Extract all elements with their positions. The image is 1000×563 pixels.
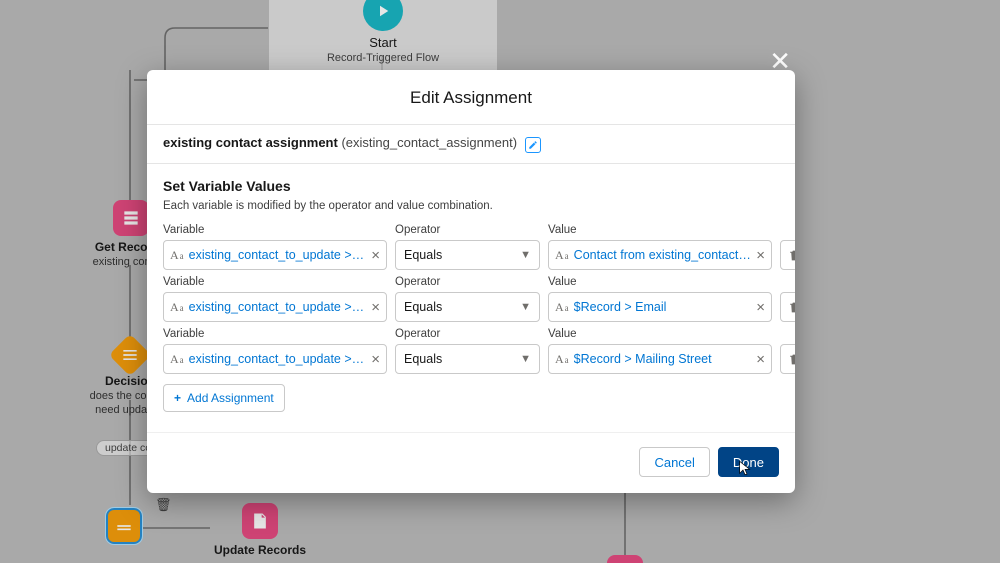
pencil-icon [528, 140, 538, 150]
plus-icon: + [174, 391, 181, 405]
start-label: Start [281, 35, 485, 50]
text-type-icon: Aa [170, 300, 184, 315]
assignment-name: existing contact assignment [163, 135, 338, 150]
variable-header: Variable [163, 276, 387, 288]
assignment-api-name: (existing_contact_assignment) [341, 135, 517, 150]
operator-select[interactable]: Equals ▼ [395, 344, 540, 374]
text-type-icon: Aa [555, 300, 569, 315]
clear-icon[interactable]: × [371, 299, 380, 316]
variable-value: existing_contact_to_update > Primar... [189, 352, 367, 366]
clear-icon[interactable]: × [756, 299, 765, 316]
chevron-down-icon: ▼ [520, 249, 531, 261]
variable-input[interactable]: Aa existing_contact_to_update > Email × [163, 292, 387, 322]
cursor-icon [737, 460, 753, 476]
assignment-icon [106, 508, 142, 544]
edit-name-button[interactable] [525, 137, 541, 153]
assignment-row: Variable Aa existing_contact_to_update >… [163, 328, 779, 374]
assignment-row: Variable Aa existing_contact_to_update >… [163, 224, 779, 270]
trash-icon [788, 353, 796, 366]
clear-icon[interactable]: × [756, 247, 765, 264]
variable-value: existing_contact_to_update > Email [189, 300, 367, 314]
update-records-label: Update Records [200, 543, 320, 557]
update-records-icon [242, 503, 278, 539]
value-input[interactable]: Aa $Record > Email × [548, 292, 772, 322]
variable-value: existing_contact_to_update > Contac... [189, 248, 367, 262]
assignment-rows: Variable Aa existing_contact_to_update >… [163, 224, 779, 374]
add-assignment-label: Add Assignment [187, 391, 274, 405]
chevron-down-icon: ▼ [520, 353, 531, 365]
operator-select[interactable]: Equals ▼ [395, 240, 540, 270]
value-header: Value [548, 328, 772, 340]
variable-header: Variable [163, 328, 387, 340]
delete-row-button[interactable] [780, 240, 795, 270]
clear-icon[interactable]: × [756, 351, 765, 368]
modal-body: Set Variable Values Each variable is mod… [147, 163, 795, 420]
assignment-row: Variable Aa existing_contact_to_update >… [163, 276, 779, 322]
modal-name-row: existing contact assignment (existing_co… [147, 124, 795, 163]
delete-row-button[interactable] [780, 344, 795, 374]
start-icon [363, 0, 403, 31]
assignment-node-selected[interactable] [106, 508, 142, 544]
variable-input[interactable]: Aa existing_contact_to_update > Primar..… [163, 344, 387, 374]
value-input[interactable]: Aa $Record > Mailing Street × [548, 344, 772, 374]
operator-value: Equals [404, 352, 442, 366]
variable-header: Variable [163, 224, 387, 236]
decision-icon [109, 334, 151, 376]
value-value: Contact from existing_contact_rec > ... [574, 248, 752, 262]
start-subtitle: Record-Triggered Flow [281, 52, 485, 64]
text-type-icon: Aa [170, 352, 184, 367]
variable-input[interactable]: Aa existing_contact_to_update > Contac..… [163, 240, 387, 270]
text-type-icon: Aa [555, 248, 569, 263]
operator-header: Operator [395, 276, 540, 288]
chevron-down-icon: ▼ [520, 301, 531, 313]
edit-assignment-modal: Edit Assignment existing contact assignm… [147, 70, 795, 493]
clear-icon[interactable]: × [371, 351, 380, 368]
delete-row-button[interactable] [780, 292, 795, 322]
clear-icon[interactable]: × [371, 247, 380, 264]
get-records-icon [113, 200, 149, 236]
value-header: Value [548, 276, 772, 288]
trash-icon [788, 249, 796, 262]
operator-value: Equals [404, 248, 442, 262]
modal-title: Edit Assignment [147, 70, 795, 124]
text-type-icon: Aa [170, 248, 184, 263]
section-subtitle: Each variable is modified by the operato… [163, 200, 779, 212]
done-button[interactable]: Done [718, 447, 779, 477]
operator-value: Equals [404, 300, 442, 314]
cancel-button[interactable]: Cancel [639, 447, 709, 477]
trash-icon [788, 301, 796, 314]
operator-header: Operator [395, 328, 540, 340]
start-node[interactable]: Start Record-Triggered Flow [268, 0, 498, 79]
value-value: $Record > Mailing Street [574, 352, 752, 366]
operator-select[interactable]: Equals ▼ [395, 292, 540, 322]
add-assignment-button[interactable]: + Add Assignment [163, 384, 285, 412]
update-records-node[interactable]: Update Records [200, 503, 320, 557]
value-value: $Record > Email [574, 300, 752, 314]
operator-header: Operator [395, 224, 540, 236]
modal-footer: Cancel Done [147, 432, 795, 493]
value-input[interactable]: Aa Contact from existing_contact_rec > .… [548, 240, 772, 270]
text-type-icon: Aa [555, 352, 569, 367]
section-title: Set Variable Values [163, 178, 779, 194]
delete-node-icon[interactable]: 🗑 [155, 497, 172, 513]
final-update-icon [607, 555, 643, 563]
final-update-node[interactable] [607, 555, 643, 563]
value-header: Value [548, 224, 772, 236]
